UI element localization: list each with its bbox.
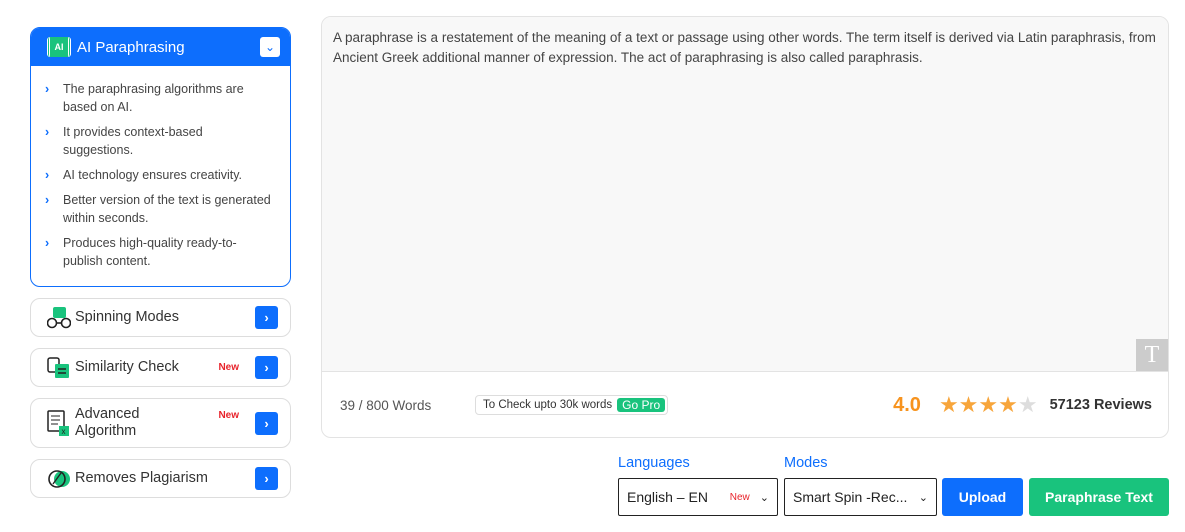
card-similarity-check[interactable]: Similarity Check New ›: [30, 348, 291, 387]
list-item: › The paraphrasing algorithms are based o…: [45, 80, 276, 116]
chevron-right-button[interactable]: ›: [255, 306, 278, 329]
card-spinning-modes[interactable]: Spinning Modes ›: [30, 298, 291, 337]
word-count: 39 / 800 Words: [340, 397, 432, 413]
chevron-right-button[interactable]: ›: [255, 356, 278, 379]
star-icon: ★: [958, 391, 979, 417]
mode-value: Smart Spin -Rec...: [793, 489, 908, 505]
ai-chip-icon: AI: [47, 37, 71, 57]
chevron-down-icon: ⌄: [918, 491, 928, 504]
chevron-right-icon: ›: [45, 168, 50, 182]
star-icon: ★: [938, 391, 959, 417]
paraphrase-text-button[interactable]: Paraphrase Text: [1029, 478, 1169, 516]
input-text: A paraphrase is a restatement of the mea…: [333, 30, 1156, 65]
modes-select[interactable]: Smart Spin -Rec... ⌄: [784, 478, 937, 516]
review-count: 57123 Reviews: [1049, 397, 1152, 413]
card-label: Similarity Check: [75, 359, 179, 375]
star-icon: ★: [978, 391, 999, 417]
text-format-icon[interactable]: T: [1136, 339, 1168, 371]
list-item: › AI technology ensures creativity.: [45, 166, 276, 184]
spinning-modes-icon: [46, 306, 72, 329]
ai-paraphrasing-title: AI Paraphrasing: [77, 38, 185, 56]
card-label: Spinning Modes: [75, 309, 179, 325]
chevron-down-icon: ⌄: [759, 491, 769, 504]
card-advanced-algorithm[interactable]: x Advanced Algorithm New ›: [30, 398, 291, 448]
go-pro-button[interactable]: Go Pro: [617, 398, 666, 412]
language-select[interactable]: English – EN New ⌄: [618, 478, 778, 516]
similarity-check-icon: [47, 356, 71, 379]
chevron-right-icon: ›: [45, 82, 50, 96]
list-item-text: Better version of the text is generated …: [63, 193, 271, 225]
list-item-text: AI technology ensures creativity.: [63, 168, 243, 182]
new-badge: New: [729, 491, 750, 503]
new-badge: New: [218, 409, 239, 421]
chevron-down-icon[interactable]: ⌄: [260, 37, 280, 57]
modes-label: Modes: [784, 455, 828, 471]
list-item: › Produces high-quality ready-to-publish …: [45, 234, 276, 270]
list-item-text: Produces high-quality ready-to-publish c…: [63, 236, 237, 268]
card-label: Advanced Algorithm: [75, 406, 140, 439]
advanced-algorithm-icon: x: [47, 410, 71, 436]
rating: 4.0 ★★★★★ 57123 Reviews: [893, 391, 1152, 417]
star-rating: ★★★★★: [938, 391, 1038, 417]
ai-paraphrasing-header[interactable]: AI AI Paraphrasing ⌄: [31, 28, 290, 66]
chevron-right-icon: ›: [45, 193, 50, 207]
pro-text: To Check upto 30k words: [483, 399, 613, 411]
pro-promo: To Check upto 30k words Go Pro: [475, 395, 669, 415]
languages-label: Languages: [618, 455, 690, 471]
editor-footer: 39 / 800 Words To Check upto 30k words G…: [322, 372, 1168, 437]
list-item-text: The paraphrasing algorithms are based on…: [63, 82, 244, 114]
list-item: › It provides context-based suggestions.: [45, 123, 276, 159]
card-label: Removes Plagiarism: [75, 470, 208, 486]
list-item-text: It provides context-based suggestions.: [63, 125, 203, 157]
sidebar: AI AI Paraphrasing ⌄ › The paraphrasing a…: [30, 27, 291, 498]
star-icon: ★: [998, 391, 1018, 417]
chevron-right-button[interactable]: ›: [255, 411, 278, 435]
removes-plagiarism-icon: [47, 468, 71, 490]
chevron-right-icon: ›: [45, 236, 50, 250]
svg-text:x: x: [62, 427, 66, 436]
list-item: › Better version of the text is generated…: [45, 191, 276, 227]
ai-paraphrasing-panel: AI AI Paraphrasing ⌄ › The paraphrasing a…: [30, 27, 291, 287]
card-removes-plagiarism[interactable]: Removes Plagiarism ›: [30, 459, 291, 498]
upload-button[interactable]: Upload: [942, 478, 1023, 516]
chevron-right-icon: ›: [45, 125, 50, 139]
language-value: English – EN: [627, 489, 708, 505]
rating-score: 4.0: [893, 393, 921, 416]
input-textarea[interactable]: A paraphrase is a restatement of the mea…: [322, 17, 1168, 372]
new-badge: New: [218, 362, 239, 373]
feature-list: › The paraphrasing algorithms are based o…: [31, 66, 290, 286]
paraphrase-editor: A paraphrase is a restatement of the mea…: [321, 16, 1169, 438]
star-icon: ★: [1017, 391, 1038, 417]
chevron-right-button[interactable]: ›: [255, 467, 278, 490]
